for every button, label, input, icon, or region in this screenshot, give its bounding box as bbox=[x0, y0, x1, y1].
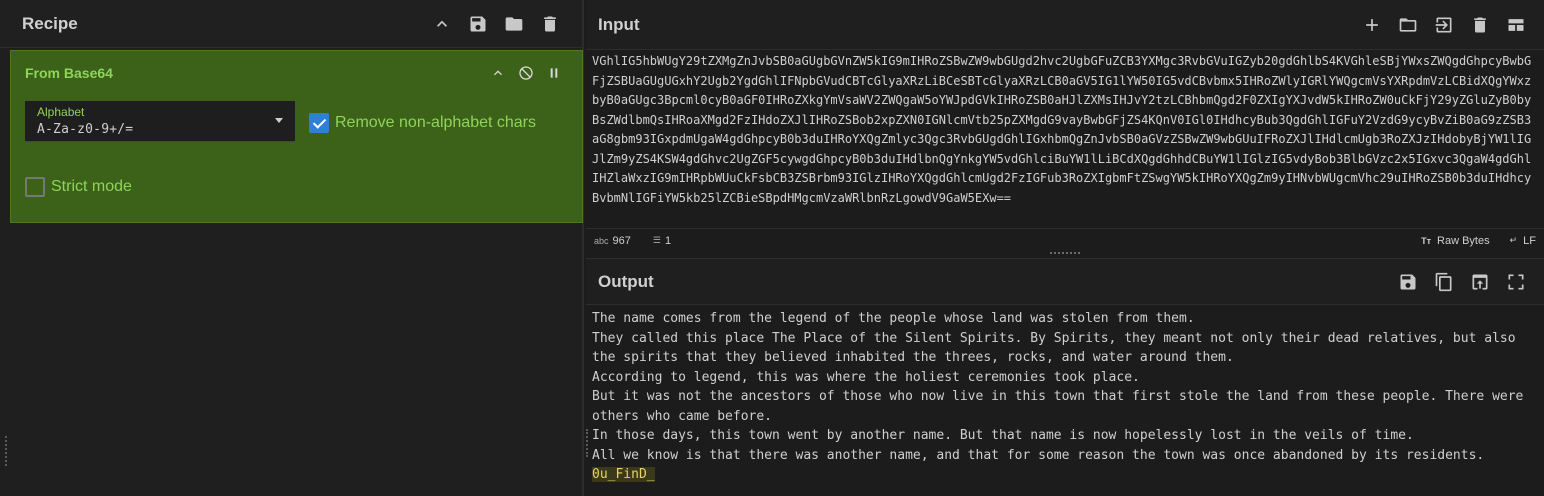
clear-recipe-trash-icon[interactable] bbox=[532, 6, 568, 42]
remove-nonalpha-checkbox[interactable] bbox=[309, 113, 329, 133]
add-tab-plus-icon[interactable] bbox=[1354, 7, 1390, 43]
recipe-pane: Recipe From Base64 Alphabet A-Za-z0-9+/=… bbox=[0, 0, 584, 496]
from-base64-operation[interactable]: From Base64 Alphabet A-Za-z0-9+/= Remove… bbox=[10, 50, 583, 223]
input-textarea[interactable]: VGhlIG5hbWUgY29tZXMgZnJvbSB0aGUgbGVnZW5k… bbox=[592, 52, 1538, 227]
collapse-recipe-icon[interactable] bbox=[424, 6, 460, 42]
io-divider-handle[interactable] bbox=[1050, 252, 1080, 256]
copy-output-icon[interactable] bbox=[1426, 264, 1462, 300]
strict-mode-checkbox[interactable] bbox=[25, 177, 45, 197]
alphabet-value[interactable]: A-Za-z0-9+/= bbox=[37, 122, 133, 137]
alphabet-dropdown-caret-icon[interactable] bbox=[275, 118, 283, 123]
output-line: The name comes from the legend of the pe… bbox=[592, 311, 1195, 326]
output-pane: Output The name comes from the legend of… bbox=[586, 258, 1544, 496]
strict-mode-option[interactable]: Strict mode bbox=[25, 177, 132, 197]
save-output-icon[interactable] bbox=[1390, 264, 1426, 300]
line-count-icon: ☰ bbox=[652, 235, 661, 245]
output-resize-handle[interactable] bbox=[586, 429, 589, 457]
line-count: 1 bbox=[664, 234, 672, 247]
replace-input-with-output-icon[interactable] bbox=[1462, 264, 1498, 300]
open-folder-icon[interactable] bbox=[1390, 7, 1426, 43]
char-count: 967 bbox=[612, 234, 631, 247]
maximize-output-icon[interactable] bbox=[1498, 264, 1534, 300]
output-highlighted-flag: 0u_FinD_ bbox=[592, 467, 655, 482]
output-line: But it was not the ancestors of those wh… bbox=[592, 389, 1532, 424]
alphabet-select[interactable]: Alphabet A-Za-z0-9+/= bbox=[25, 101, 295, 142]
output-header: Output bbox=[586, 259, 1544, 305]
eol-label[interactable]: LF bbox=[1523, 235, 1536, 247]
output-line: According to legend, this was where the … bbox=[592, 369, 1140, 385]
eol-arrow-icon[interactable]: ↵ bbox=[1510, 235, 1518, 246]
operation-title: From Base64 bbox=[25, 65, 113, 81]
input-title: Input bbox=[598, 14, 640, 34]
output-line: All we know is that there was another na… bbox=[592, 447, 1485, 463]
char-count-icon: abc bbox=[594, 235, 609, 246]
recipe-header: Recipe bbox=[0, 0, 582, 48]
recipe-resize-handle[interactable] bbox=[5, 436, 9, 466]
open-file-input-icon[interactable] bbox=[1426, 7, 1462, 43]
input-header: Input bbox=[586, 0, 1544, 50]
load-recipe-folder-icon[interactable] bbox=[496, 6, 532, 42]
output-title: Output bbox=[598, 271, 654, 291]
pause-breakpoint-icon[interactable] bbox=[540, 59, 568, 87]
remove-nonalpha-label: Remove non-alphabet chars bbox=[335, 114, 537, 131]
input-status-bar: abc 967 ☰ 1 Tт Raw Bytes ↵ LF bbox=[586, 228, 1544, 252]
clear-input-trash-icon[interactable] bbox=[1462, 7, 1498, 43]
input-pane: Input VGhlIG5hbWUgY29tZXMgZnJvbSB0aGUgbG… bbox=[586, 0, 1544, 252]
reset-layout-icon[interactable] bbox=[1498, 7, 1534, 43]
collapse-operation-icon[interactable] bbox=[484, 59, 512, 87]
remove-nonalpha-option[interactable]: Remove non-alphabet chars bbox=[309, 113, 536, 133]
save-recipe-icon[interactable] bbox=[460, 6, 496, 42]
output-line: In those days, this town went by another… bbox=[592, 428, 1414, 443]
alphabet-label: Alphabet bbox=[37, 105, 85, 119]
strict-mode-label: Strict mode bbox=[51, 178, 132, 195]
text-format-icon[interactable]: Tт bbox=[1421, 236, 1431, 246]
raw-bytes-label[interactable]: Raw Bytes bbox=[1437, 235, 1490, 247]
disable-operation-icon[interactable] bbox=[512, 59, 540, 87]
output-textarea[interactable]: The name comes from the legend of the pe… bbox=[592, 309, 1538, 495]
recipe-title: Recipe bbox=[22, 13, 78, 33]
output-line: They called this place The Place of the … bbox=[592, 330, 1524, 366]
